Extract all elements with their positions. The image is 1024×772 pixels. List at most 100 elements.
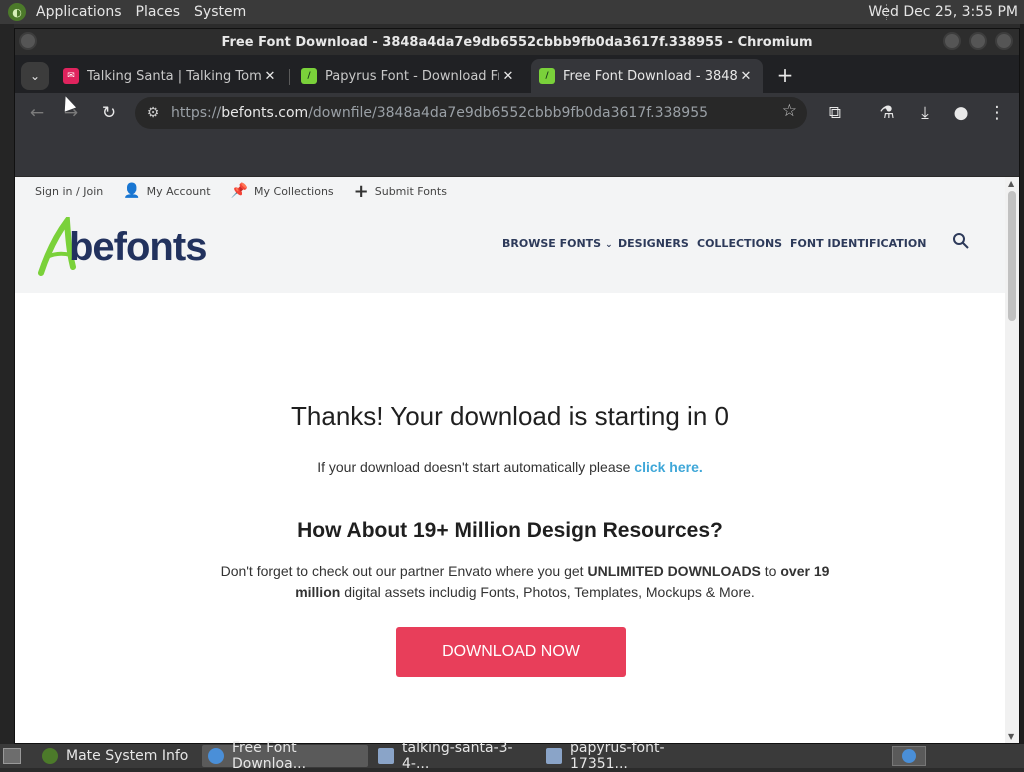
download-hint: If your download doesn't start automatic…: [15, 459, 1005, 475]
menu-applications[interactable]: Applications: [36, 4, 122, 20]
promo-text-part2: to: [760, 563, 781, 579]
reload-icon[interactable]: ↻: [97, 101, 121, 125]
tab-free-font-download[interactable]: / Free Font Download - 3848a ✕: [531, 59, 763, 93]
befonts-favicon-icon: /: [301, 68, 317, 84]
my-collections-label: My Collections: [254, 184, 334, 198]
window-titlebar[interactable]: Free Font Download - 3848a4da7e9db6552cb…: [15, 29, 1019, 55]
download-now-button[interactable]: DOWNLOAD NOW: [396, 627, 626, 677]
minimize-button[interactable]: [943, 32, 961, 50]
my-collections-link[interactable]: 📌 My Collections: [231, 183, 334, 199]
chromium-tray-icon: [902, 749, 916, 763]
url-host: befonts.com: [221, 105, 309, 121]
menu-places[interactable]: Places: [136, 4, 181, 20]
submit-fonts-label: Submit Fonts: [374, 184, 447, 198]
chromium-icon: [208, 748, 224, 764]
close-tab-icon[interactable]: ✕: [499, 69, 517, 84]
tab-title: Free Font Download - 3848a: [563, 68, 737, 84]
taskbar-chromium[interactable]: Free Font Downloa...: [202, 740, 368, 772]
download-hint-text: If your download doesn't start automatic…: [317, 459, 635, 475]
my-account-link[interactable]: 👤 My Account: [123, 183, 210, 199]
logo-wordmark: befonts: [69, 225, 207, 269]
archive-icon: [378, 748, 394, 764]
befonts-logo[interactable]: befonts: [37, 217, 227, 279]
clock[interactable]: Wed Dec 25, 3:55 PM: [868, 0, 1018, 24]
chevron-down-icon: ⌄: [605, 240, 613, 250]
tab-separator: [289, 69, 290, 85]
mate-info-icon: [42, 748, 58, 764]
tab-strip: ⌄ ✉ Talking Santa | Talking Tom I ✕ / Pa…: [15, 55, 1019, 93]
desktop-background-right: [1020, 24, 1024, 744]
taskbar-label: papyrus-font-17351...: [570, 740, 665, 772]
befonts-favicon-icon: /: [539, 68, 555, 84]
promo-text-part3: digital assets includig Fonts, Photos, T…: [340, 584, 755, 600]
promo-text: Don't forget to check out our partner En…: [215, 561, 835, 603]
tab-title: Papyrus Font - Download Fre: [325, 68, 499, 84]
window-title: Free Font Download - 3848a4da7e9db6552cb…: [221, 34, 813, 50]
my-account-label: My Account: [146, 184, 211, 198]
tab-title: Talking Santa | Talking Tom I: [87, 68, 261, 84]
scroll-down-icon[interactable]: ▼: [1008, 732, 1014, 741]
menu-kebab-icon[interactable]: ⋮: [985, 101, 1009, 125]
url-scheme: https://: [171, 105, 222, 121]
user-icon: 👤: [123, 183, 141, 199]
back-arrow-icon[interactable]: ←: [25, 101, 49, 125]
extensions-puzzle-icon[interactable]: ⧉: [823, 101, 847, 125]
bookmark-star-icon[interactable]: ☆: [782, 101, 797, 121]
pin-icon: 📌: [230, 183, 249, 199]
profile-avatar-icon[interactable]: ●: [949, 101, 973, 125]
bookmarks-bar: [15, 133, 1019, 177]
browser-window: Free Font Download - 3848a4da7e9db6552cb…: [14, 28, 1020, 744]
taskbar-talking-santa-folder[interactable]: talking-santa-3-4-...: [372, 740, 536, 772]
sign-in-link[interactable]: Sign in / Join: [35, 185, 103, 198]
show-desktop-icon[interactable]: [3, 748, 21, 764]
nav-collections[interactable]: COLLECTIONS: [697, 237, 782, 250]
nav-font-identification[interactable]: FONT IDENTIFICATION: [790, 237, 926, 250]
maximize-button[interactable]: [969, 32, 987, 50]
web-page: Sign in / Join 👤 My Account 📌 My Collectio…: [15, 177, 1019, 743]
archive-icon: [546, 748, 562, 764]
url-path: /downfile/3848a4da7e9db6552cbbb9fb0da361…: [308, 105, 709, 121]
site-top-bar: Sign in / Join 👤 My Account 📌 My Collectio…: [15, 177, 1005, 205]
nav-designers[interactable]: DESIGNERS: [618, 237, 689, 250]
taskbar-label: talking-santa-3-4-...: [402, 740, 513, 772]
tab-search-chevron-icon[interactable]: ⌄: [21, 62, 49, 90]
download-countdown-heading: Thanks! Your download is starting in 0: [291, 401, 729, 431]
taskbar-label: Free Font Downloa...: [232, 740, 307, 772]
labs-flask-icon[interactable]: ⚗: [875, 101, 899, 125]
search-icon[interactable]: [951, 231, 971, 251]
page-scrollbar[interactable]: ▲ ▼: [1005, 177, 1019, 743]
nav-browse-fonts[interactable]: BROWSE FONTS ⌄: [502, 237, 613, 250]
scrollbar-thumb[interactable]: [1008, 191, 1016, 321]
close-tab-icon[interactable]: ✕: [737, 69, 755, 84]
site-info-tune-icon[interactable]: ⚙: [135, 105, 171, 121]
top-panel: ◐ Applications Places System Wed Dec 25,…: [0, 0, 1024, 24]
taskbar-papyrus-folder[interactable]: papyrus-font-17351...: [540, 740, 706, 772]
tab-talking-santa[interactable]: ✉ Talking Santa | Talking Tom I ✕: [55, 59, 287, 93]
site-header: befonts BROWSE FONTS ⌄ DESIGNERS COLLECTI…: [15, 205, 1005, 293]
tab-papyrus-font[interactable]: / Papyrus Font - Download Fre ✕: [293, 59, 525, 93]
close-window-button[interactable]: [995, 32, 1013, 50]
taskbar-label: Mate System Info: [66, 748, 189, 764]
desktop-background: [0, 24, 14, 744]
click-here-link[interactable]: click here.: [634, 459, 703, 475]
promo-text-part1: Don't forget to check out our partner En…: [220, 563, 588, 579]
downloads-icon[interactable]: ⤓: [913, 101, 937, 125]
window-menu-button[interactable]: [19, 32, 37, 50]
address-bar[interactable]: ⚙ https://befonts.com/downfile/3848a4da7…: [135, 97, 807, 129]
browser-toolbar: ← → ↻ ⚙ https://befonts.com/downfile/384…: [15, 93, 1019, 133]
sign-in-label: Sign in / Join: [35, 184, 104, 198]
plus-icon: +: [353, 180, 369, 202]
taskbar-mate-system-info[interactable]: Mate System Info: [36, 745, 196, 767]
promo-bold-unlimited: UNLIMITED DOWNLOADS: [587, 563, 761, 579]
santa-favicon-icon: ✉: [63, 68, 79, 84]
submit-fonts-link[interactable]: + Submit Fonts: [354, 181, 447, 202]
mate-logo-icon[interactable]: ◐: [8, 3, 26, 21]
bottom-panel: Mate System Info Free Font Downloa... ta…: [0, 740, 1024, 772]
promo-heading: How About 19+ Million Design Resources?: [297, 519, 723, 542]
close-tab-icon[interactable]: ✕: [261, 69, 279, 84]
scroll-up-icon[interactable]: ▲: [1008, 179, 1014, 188]
menu-system[interactable]: System: [194, 4, 246, 20]
new-tab-plus-icon[interactable]: +: [773, 64, 797, 88]
nav-browse-fonts-label: BROWSE FONTS: [502, 237, 602, 250]
tray-chromium-icon[interactable]: [892, 746, 926, 766]
